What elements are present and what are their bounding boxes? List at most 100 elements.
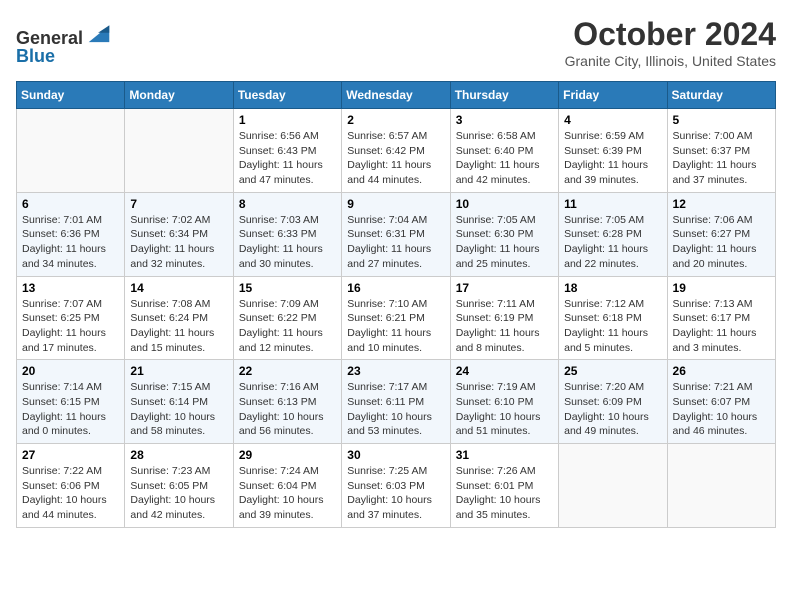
calendar-week-row: 1Sunrise: 6:56 AMSunset: 6:43 PMDaylight… — [17, 109, 776, 193]
calendar-cell: 19 Sunrise: 7:13 AMSunset: 6:17 PMDayligh… — [667, 276, 775, 360]
day-info: Sunrise: 7:02 AMSunset: 6:34 PMDaylight:… — [130, 213, 227, 272]
day-number: 24 — [456, 364, 553, 378]
calendar-cell — [17, 109, 125, 193]
calendar-week-row: 27Sunrise: 7:22 AMSunset: 6:06 PMDayligh… — [17, 444, 776, 528]
day-info: Sunrise: 6:59 AMSunset: 6:39 PMDaylight:… — [564, 129, 661, 188]
calendar-cell: 9 Sunrise: 7:04 AMSunset: 6:31 PMDaylight… — [342, 192, 450, 276]
day-number: 18 — [564, 281, 661, 295]
calendar-cell: 30 Sunrise: 7:25 AMSunset: 6:03 PMDayligh… — [342, 444, 450, 528]
calendar-cell: 10Sunrise: 7:05 AMSunset: 6:30 PMDayligh… — [450, 192, 558, 276]
day-info: Sunrise: 6:58 AMSunset: 6:40 PMDaylight:… — [456, 129, 553, 188]
calendar-cell: 29Sunrise: 7:24 AMSunset: 6:04 PMDayligh… — [233, 444, 341, 528]
day-number: 16 — [347, 281, 444, 295]
day-info: Sunrise: 7:10 AMSunset: 6:21 PMDaylight:… — [347, 297, 444, 356]
day-info: Sunrise: 7:01 AMSunset: 6:36 PMDaylight:… — [22, 213, 119, 272]
calendar-cell: 31 Sunrise: 7:26 AMSunset: 6:01 PMDayligh… — [450, 444, 558, 528]
day-number: 6 — [22, 197, 119, 211]
day-of-week-header: Sunday — [17, 82, 125, 109]
day-info: Sunrise: 7:13 AMSunset: 6:17 PMDaylight:… — [673, 297, 770, 356]
page-header: General Blue October 2024 Granite City, … — [16, 16, 776, 69]
day-number: 12 — [673, 197, 770, 211]
day-number: 9 — [347, 197, 444, 211]
day-of-week-header: Saturday — [667, 82, 775, 109]
day-info: Sunrise: 7:20 AMSunset: 6:09 PMDaylight:… — [564, 380, 661, 439]
day-number: 7 — [130, 197, 227, 211]
day-info: Sunrise: 7:14 AMSunset: 6:15 PMDaylight:… — [22, 380, 119, 439]
day-info: Sunrise: 7:06 AMSunset: 6:27 PMDaylight:… — [673, 213, 770, 272]
day-info: Sunrise: 7:00 AMSunset: 6:37 PMDaylight:… — [673, 129, 770, 188]
calendar-cell: 23Sunrise: 7:17 AMSunset: 6:11 PMDayligh… — [342, 360, 450, 444]
calendar-cell: 1Sunrise: 6:56 AMSunset: 6:43 PMDaylight… — [233, 109, 341, 193]
month-title: October 2024 — [565, 16, 776, 53]
logo: General Blue — [16, 16, 113, 67]
day-info: Sunrise: 7:07 AMSunset: 6:25 PMDaylight:… — [22, 297, 119, 356]
day-info: Sunrise: 7:22 AMSunset: 6:06 PMDaylight:… — [22, 464, 119, 523]
day-number: 28 — [130, 448, 227, 462]
calendar-cell: 11 Sunrise: 7:05 AMSunset: 6:28 PMDayligh… — [559, 192, 667, 276]
day-number: 2 — [347, 113, 444, 127]
day-number: 17 — [456, 281, 553, 295]
calendar-cell: 13 Sunrise: 7:07 AMSunset: 6:25 PMDayligh… — [17, 276, 125, 360]
calendar-week-row: 6 Sunrise: 7:01 AMSunset: 6:36 PMDaylight… — [17, 192, 776, 276]
day-number: 13 — [22, 281, 119, 295]
day-number: 23 — [347, 364, 444, 378]
calendar-cell: 22 Sunrise: 7:16 AMSunset: 6:13 PMDayligh… — [233, 360, 341, 444]
day-info: Sunrise: 6:56 AMSunset: 6:43 PMDaylight:… — [239, 129, 336, 188]
day-number: 29 — [239, 448, 336, 462]
title-block: October 2024 Granite City, Illinois, Uni… — [565, 16, 776, 69]
calendar-cell: 2Sunrise: 6:57 AMSunset: 6:42 PMDaylight… — [342, 109, 450, 193]
calendar-cell: 25 Sunrise: 7:20 AMSunset: 6:09 PMDayligh… — [559, 360, 667, 444]
day-number: 26 — [673, 364, 770, 378]
calendar-week-row: 20 Sunrise: 7:14 AMSunset: 6:15 PMDayligh… — [17, 360, 776, 444]
day-of-week-header: Tuesday — [233, 82, 341, 109]
location-title: Granite City, Illinois, United States — [565, 53, 776, 69]
calendar-cell: 21 Sunrise: 7:15 AMSunset: 6:14 PMDayligh… — [125, 360, 233, 444]
calendar-table: SundayMondayTuesdayWednesdayThursdayFrid… — [16, 81, 776, 528]
logo-blue: Blue — [16, 46, 55, 66]
calendar-cell: 7 Sunrise: 7:02 AMSunset: 6:34 PMDaylight… — [125, 192, 233, 276]
calendar-cell: 8Sunrise: 7:03 AMSunset: 6:33 PMDaylight… — [233, 192, 341, 276]
day-number: 20 — [22, 364, 119, 378]
day-info: Sunrise: 7:26 AMSunset: 6:01 PMDaylight:… — [456, 464, 553, 523]
calendar-cell — [125, 109, 233, 193]
day-number: 10 — [456, 197, 553, 211]
calendar-cell: 24 Sunrise: 7:19 AMSunset: 6:10 PMDayligh… — [450, 360, 558, 444]
day-number: 15 — [239, 281, 336, 295]
day-number: 3 — [456, 113, 553, 127]
day-number: 11 — [564, 197, 661, 211]
day-number: 30 — [347, 448, 444, 462]
calendar-cell: 28Sunrise: 7:23 AMSunset: 6:05 PMDayligh… — [125, 444, 233, 528]
day-info: Sunrise: 7:08 AMSunset: 6:24 PMDaylight:… — [130, 297, 227, 356]
calendar-cell: 18 Sunrise: 7:12 AMSunset: 6:18 PMDayligh… — [559, 276, 667, 360]
day-number: 21 — [130, 364, 227, 378]
day-number: 19 — [673, 281, 770, 295]
calendar-cell: 27Sunrise: 7:22 AMSunset: 6:06 PMDayligh… — [17, 444, 125, 528]
calendar-cell — [559, 444, 667, 528]
calendar-cell: 16 Sunrise: 7:10 AMSunset: 6:21 PMDayligh… — [342, 276, 450, 360]
day-number: 22 — [239, 364, 336, 378]
day-number: 25 — [564, 364, 661, 378]
day-info: Sunrise: 7:15 AMSunset: 6:14 PMDaylight:… — [130, 380, 227, 439]
day-info: Sunrise: 7:11 AMSunset: 6:19 PMDaylight:… — [456, 297, 553, 356]
day-number: 31 — [456, 448, 553, 462]
calendar-cell: 5 Sunrise: 7:00 AMSunset: 6:37 PMDaylight… — [667, 109, 775, 193]
calendar-cell: 14Sunrise: 7:08 AMSunset: 6:24 PMDayligh… — [125, 276, 233, 360]
day-info: Sunrise: 7:25 AMSunset: 6:03 PMDaylight:… — [347, 464, 444, 523]
day-number: 8 — [239, 197, 336, 211]
calendar-header-row: SundayMondayTuesdayWednesdayThursdayFrid… — [17, 82, 776, 109]
calendar-cell: 17 Sunrise: 7:11 AMSunset: 6:19 PMDayligh… — [450, 276, 558, 360]
day-info: Sunrise: 7:04 AMSunset: 6:31 PMDaylight:… — [347, 213, 444, 272]
day-of-week-header: Wednesday — [342, 82, 450, 109]
day-info: Sunrise: 7:12 AMSunset: 6:18 PMDaylight:… — [564, 297, 661, 356]
day-info: Sunrise: 7:16 AMSunset: 6:13 PMDaylight:… — [239, 380, 336, 439]
day-of-week-header: Thursday — [450, 82, 558, 109]
day-of-week-header: Friday — [559, 82, 667, 109]
day-number: 5 — [673, 113, 770, 127]
calendar-week-row: 13 Sunrise: 7:07 AMSunset: 6:25 PMDayligh… — [17, 276, 776, 360]
calendar-cell: 4 Sunrise: 6:59 AMSunset: 6:39 PMDaylight… — [559, 109, 667, 193]
day-number: 4 — [564, 113, 661, 127]
day-info: Sunrise: 7:19 AMSunset: 6:10 PMDaylight:… — [456, 380, 553, 439]
day-info: Sunrise: 7:05 AMSunset: 6:28 PMDaylight:… — [564, 213, 661, 272]
calendar-cell: 3 Sunrise: 6:58 AMSunset: 6:40 PMDaylight… — [450, 109, 558, 193]
calendar-cell: 12 Sunrise: 7:06 AMSunset: 6:27 PMDayligh… — [667, 192, 775, 276]
